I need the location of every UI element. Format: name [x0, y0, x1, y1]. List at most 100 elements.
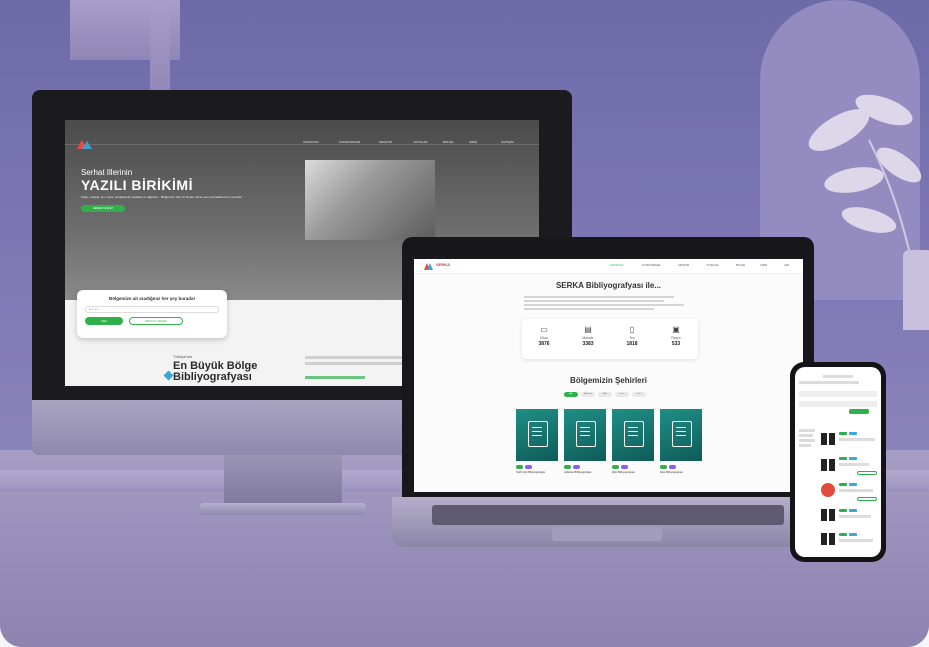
document-chart-icon — [576, 421, 596, 447]
diamond-icon — [163, 370, 174, 381]
nav-item[interactable]: GİRİŞ — [469, 140, 477, 144]
city-pill-label: Van — [637, 393, 641, 395]
nav-item[interactable]: KATEGORİLER — [642, 264, 660, 267]
laptop-screen: SERKA ANASAYFA KATEGORİLER ARAŞTIR YAYIN… — [414, 259, 803, 492]
stat-value: 3876 — [538, 341, 550, 347]
nav-item[interactable]: İLETİŞİM — [501, 140, 514, 144]
stat-makale: ▤ Makale 3383 — [566, 325, 610, 347]
monitor-base — [200, 503, 366, 515]
monitor-stand — [224, 455, 342, 505]
tag-badge — [839, 457, 847, 460]
phone-detail-button[interactable] — [857, 497, 877, 501]
stat-kitap: ▭ Kitap 3876 — [522, 325, 566, 347]
tag-badge — [839, 533, 847, 536]
laptop-navbar: SERKA ANASAYFA KATEGORİLER ARAŞTIR YAYIN… — [414, 259, 803, 274]
stat-label: Kitap — [540, 336, 548, 340]
tag-badge — [564, 465, 571, 469]
stat-label: Rapor — [671, 336, 681, 340]
stat-label: Tez — [629, 336, 635, 340]
nav-item[interactable]: YAYINLAR — [413, 140, 427, 144]
smartphone — [790, 362, 886, 562]
report-icon: ▣ — [672, 325, 680, 334]
nav-item[interactable]: BÖLGE — [443, 140, 453, 144]
nav-item[interactable]: ANASAYFA — [610, 264, 624, 267]
book-icon: ▭ — [540, 325, 548, 334]
read-more-link[interactable] — [305, 376, 365, 379]
bullet-line — [524, 308, 654, 310]
search-button[interactable]: ARA — [85, 317, 123, 325]
explore-button[interactable]: HEMEN KEŞFET — [81, 205, 125, 212]
city-card[interactable] — [564, 409, 606, 461]
tag-badge — [573, 465, 580, 469]
tag-badge — [849, 533, 857, 536]
phone-text-line — [799, 381, 859, 384]
bullet-line — [524, 300, 664, 302]
phone-text-line — [839, 515, 871, 518]
stat-value: 3383 — [582, 341, 594, 347]
laptop: SERKA ANASAYFA KATEGORİLER ARAŞTIR YAYIN… — [402, 237, 814, 499]
city-card[interactable] — [612, 409, 654, 461]
city-card[interactable] — [660, 409, 702, 461]
hero-kicker: Serhat Illerinin — [81, 168, 133, 177]
tag-badge — [849, 457, 857, 460]
bullet-line — [524, 304, 684, 306]
bottom-title-line2: Bibliyografyası — [173, 371, 252, 383]
search-button-label: ARA — [101, 319, 107, 323]
nav-item[interactable]: GİRİŞ — [760, 264, 767, 267]
phone-sidebar-line — [799, 439, 815, 442]
city-pill[interactable]: Iğdır — [598, 392, 612, 397]
phone-search-input[interactable] — [799, 391, 877, 397]
serka-logo-icon — [424, 263, 433, 270]
document-chart-icon — [624, 421, 644, 447]
tag-badge — [849, 509, 857, 512]
document-chart-icon — [528, 421, 548, 447]
serka-logo-icon — [77, 140, 92, 149]
tag-badge — [612, 465, 619, 469]
tag-badge — [849, 432, 857, 435]
advanced-search-label: DETAYLI ARAMA — [145, 319, 167, 323]
phone-text-line — [839, 489, 873, 492]
city-pill-label: Ağrı — [568, 393, 573, 395]
city-pill[interactable]: Ardahan — [581, 392, 595, 397]
bullet-line — [524, 296, 674, 298]
newspaper-icon: ▤ — [584, 325, 592, 334]
phone-detail-button[interactable] — [857, 471, 877, 475]
stat-label: Makale — [582, 336, 594, 340]
phone-search-button[interactable] — [849, 409, 869, 414]
city-pill[interactable]: Ağrı — [564, 392, 578, 397]
card-title[interactable]: Tarihi Ağrı Bibliyografyası — [516, 471, 558, 474]
search-title: Bölgemize ait aradığınız her şey burada! — [108, 296, 196, 301]
nav-item[interactable]: ARAŞTIR — [379, 140, 392, 144]
card-title[interactable]: Ardahan Bibliyografyası — [564, 471, 606, 474]
cities-heading: Bölgemizin Şehirleri — [570, 376, 647, 385]
search-input[interactable]: Eser ara... — [85, 306, 219, 313]
stat-tez: ▯ Tez 1818 — [610, 325, 654, 347]
hero-image — [305, 160, 435, 240]
nav-item[interactable]: ANASAYFA — [303, 140, 319, 144]
phone-text-line — [839, 539, 873, 542]
book-cover-icon — [821, 483, 835, 497]
city-pill-label: Iğdır — [602, 393, 608, 395]
city-pill[interactable]: Van — [632, 392, 646, 397]
nav-item[interactable]: YAYINLAR — [706, 264, 718, 267]
explore-button-label: HEMEN KEŞFET — [92, 207, 114, 210]
nav-item[interactable]: KATEGORİLER — [339, 140, 360, 144]
phone-sidebar-line — [799, 434, 813, 437]
card-title[interactable]: Kars Bibliyografyası — [660, 471, 702, 474]
advanced-search-button[interactable]: DETAYLI ARAMA — [129, 317, 183, 325]
city-pill[interactable]: Kars — [615, 392, 629, 397]
stats-panel: ▭ Kitap 3876 ▤ Makale 3383 ▯ Tez 1818 ▣ … — [522, 319, 698, 359]
book-icon — [821, 509, 835, 521]
tag-badge — [839, 509, 847, 512]
nav-item[interactable]: ARA — [784, 264, 789, 267]
phone-screen — [795, 367, 881, 557]
phone-filter-input[interactable] — [799, 401, 877, 407]
phone-sidebar-line — [799, 429, 815, 432]
tag-badge — [849, 483, 857, 486]
city-pill-label: Ardahan — [583, 393, 593, 395]
card-title[interactable]: Iğdır Bibliyografyası — [612, 471, 654, 474]
stat-value: 533 — [671, 341, 681, 347]
nav-item[interactable]: BÖLGE — [736, 264, 745, 267]
city-card[interactable] — [516, 409, 558, 461]
nav-item[interactable]: ARAŞTIR — [678, 264, 689, 267]
